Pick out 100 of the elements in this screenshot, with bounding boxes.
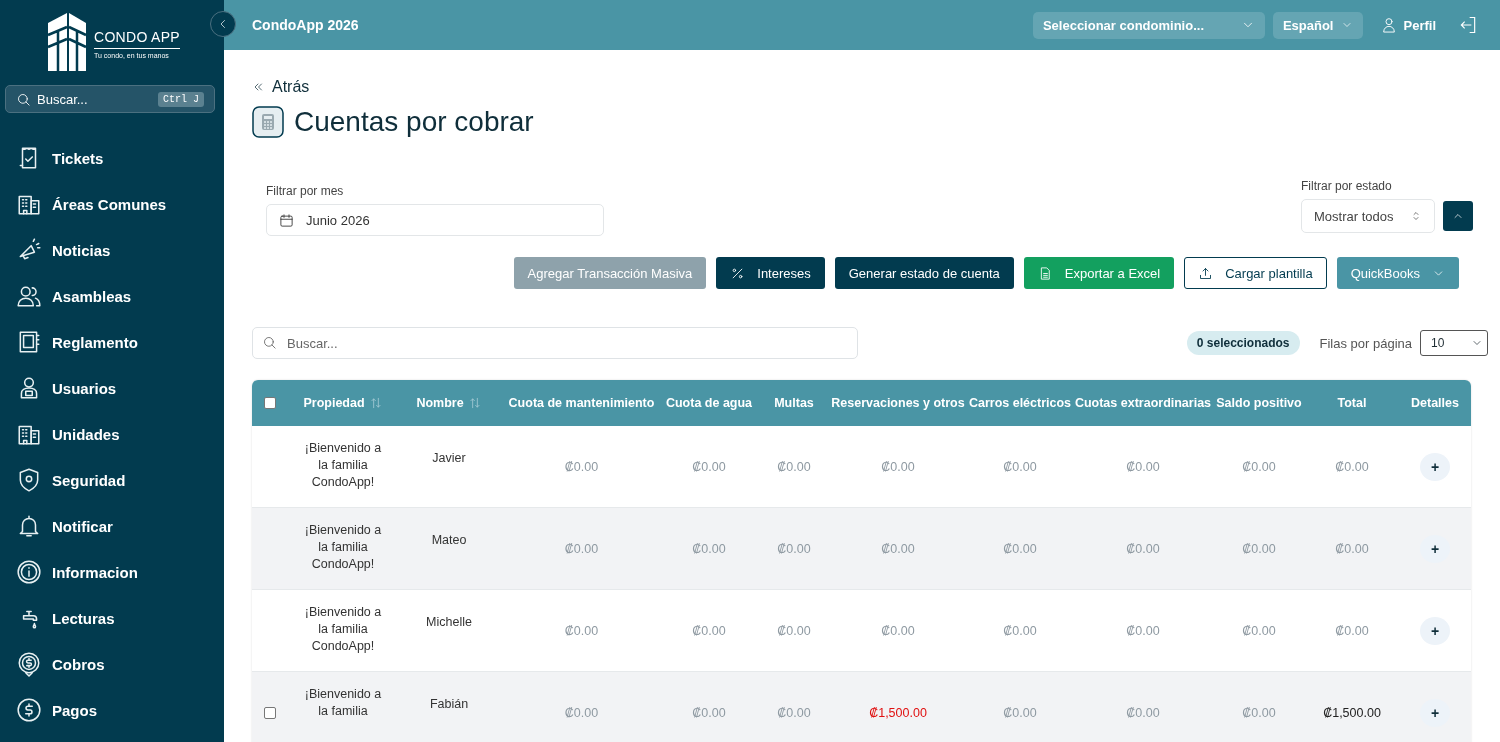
table-cell: ₡0.00 (777, 541, 811, 556)
table-cell: ₡0.00 (1335, 623, 1369, 638)
up-down-chevron-icon (1410, 210, 1422, 222)
table-cell: ₡0.00 (1242, 459, 1276, 474)
table-cell: ₡0.00 (1126, 705, 1160, 720)
upload-icon (1198, 265, 1214, 281)
filter-label: Filtrar por mes (266, 184, 345, 198)
table-cell: ₡0.00 (692, 541, 726, 556)
sidebar-item[interactable]: Usuarios (0, 365, 224, 411)
sort-icon (368, 396, 383, 410)
dollar-icon (16, 697, 42, 723)
rows-per-page-label: Filas por página (1319, 335, 1412, 351)
status-select[interactable]: Mostrar todos (1301, 199, 1435, 233)
sidebar-item[interactable]: Noticias (0, 227, 224, 273)
table-cell: ₡0.00 (692, 623, 726, 638)
sidebar-item[interactable]: Unidades (0, 411, 224, 457)
action-button[interactable]: Generar estado de cuenta (834, 257, 1014, 289)
sidebar-item[interactable]: Cobros (0, 641, 224, 687)
table-cell: ₡0.00 (1126, 623, 1160, 638)
back-link[interactable]: Atrás (252, 78, 310, 96)
table-cell: ₡0.00 (881, 541, 915, 556)
expand-details-button[interactable]: + (1420, 698, 1450, 727)
table-cell: ₡0.00 (881, 459, 915, 474)
column-header: Cuotas extraordinarias (1073, 380, 1213, 426)
table-cell-text: ¡Bienvenido a la familia CondoApp! (303, 440, 383, 491)
table-cell: ₡0.00 (692, 705, 726, 720)
table-cell: ₡0.00 (777, 459, 811, 474)
building-logo-icon (46, 11, 88, 71)
action-button[interactable]: Cargar plantilla (1184, 257, 1327, 289)
select-all-checkbox[interactable] (264, 397, 276, 409)
table-cell-text: ¡Bienvenido a la familia CondoApp! (303, 522, 383, 573)
table-cell: ₡0.00 (1126, 459, 1160, 474)
sidebar-item[interactable]: Áreas Comunes (0, 181, 224, 227)
search-field[interactable]: Buscar... Ctrl J (5, 85, 215, 113)
column-header: Carros eléctricos (967, 380, 1073, 426)
logout-icon[interactable] (1458, 15, 1478, 35)
table-cell: ₡1,500.00 (869, 705, 927, 720)
table-cell: ₡0.00 (1242, 541, 1276, 556)
sidebar-item[interactable]: Lecturas (0, 595, 224, 641)
table-cell-text: ¡Bienvenido a la familia (303, 686, 383, 720)
sidebar-item[interactable]: Seguridad (0, 457, 224, 503)
column-header: Cuota de agua (659, 380, 759, 426)
shortcut-key: Ctrl J (158, 91, 204, 107)
table-cell: ₡0.00 (1003, 623, 1037, 638)
app-title: CondoApp 2026 (252, 17, 359, 33)
logo-name: CONDO APP (94, 29, 180, 49)
table-cell: ₡0.00 (564, 623, 599, 638)
table-cell: ₡0.00 (777, 705, 811, 720)
table-cell: ₡0.00 (1003, 541, 1037, 556)
sort-icon (467, 396, 482, 410)
page-title: Cuentas por cobrar (294, 106, 534, 138)
table-cell-text: Mateo (430, 532, 468, 549)
table-cell: ₡0.00 (881, 623, 915, 638)
sidebar-item[interactable]: Tickets (0, 135, 224, 181)
rows-per-page-select[interactable]: 10 (1420, 330, 1488, 356)
table-cell-text: ¡Bienvenido a la familia CondoApp! (303, 604, 383, 655)
column-header: Reservaciones y otros (829, 380, 967, 426)
filter-label: Filtrar por estado (1301, 179, 1393, 193)
action-button[interactable]: Intereses (716, 257, 825, 289)
sidebar-item[interactable]: Reglamento (0, 319, 224, 365)
sidebar-item[interactable]: Informacion (0, 549, 224, 595)
table-cell-text: Fabián (428, 696, 470, 713)
table-cell: ₡0.00 (1126, 541, 1160, 556)
collapse-filters-button[interactable] (1443, 201, 1473, 231)
table-cell-text: Michelle (425, 614, 473, 631)
table-cell-text: Javier (431, 450, 467, 467)
column-header: Detalles (1399, 380, 1471, 426)
table-cell: ₡1,500.00 (1323, 705, 1381, 720)
table-cell: ₡0.00 (564, 541, 599, 556)
table-cell: ₡0.00 (1335, 541, 1369, 556)
table-cell: ₡0.00 (1242, 705, 1276, 720)
expand-details-button[interactable]: + (1420, 534, 1450, 563)
month-field[interactable]: Junio 2026 (266, 204, 604, 236)
collapse-button[interactable] (210, 11, 236, 37)
expand-details-button[interactable]: + (1420, 616, 1450, 645)
calculator-icon (252, 106, 284, 138)
table-cell: ₡0.00 (1242, 623, 1276, 638)
table-cell: ₡0.00 (692, 459, 726, 474)
column-header: Saldo positivo (1213, 380, 1305, 426)
table-cell: ₡0.00 (1335, 459, 1369, 474)
table-cell: ₡0.00 (564, 459, 599, 474)
calendar-icon (279, 212, 294, 228)
search-icon (262, 335, 277, 350)
info-icon (16, 559, 42, 585)
column-header: Cuota de mantenimiento (504, 380, 659, 426)
table-cell: ₡0.00 (1003, 459, 1037, 474)
table-cell: ₡0.00 (777, 623, 811, 638)
search-field[interactable]: Buscar... (252, 327, 858, 359)
column-header: Total (1305, 380, 1399, 426)
search-icon (16, 91, 31, 107)
sidebar-item[interactable]: Asambleas (0, 273, 224, 319)
coin-icon (16, 651, 42, 677)
row-checkbox[interactable] (264, 706, 276, 719)
sidebar-item[interactable]: Pagos (0, 687, 224, 733)
column-header: Multas (759, 380, 829, 426)
search-placeholder: Buscar... (37, 91, 89, 107)
selected-count-badge: 0 seleccionados (1186, 331, 1300, 355)
expand-details-button[interactable]: + (1420, 452, 1450, 481)
double-chevron-left-icon (252, 81, 264, 93)
sidebar-item[interactable]: Notificar (0, 503, 224, 549)
